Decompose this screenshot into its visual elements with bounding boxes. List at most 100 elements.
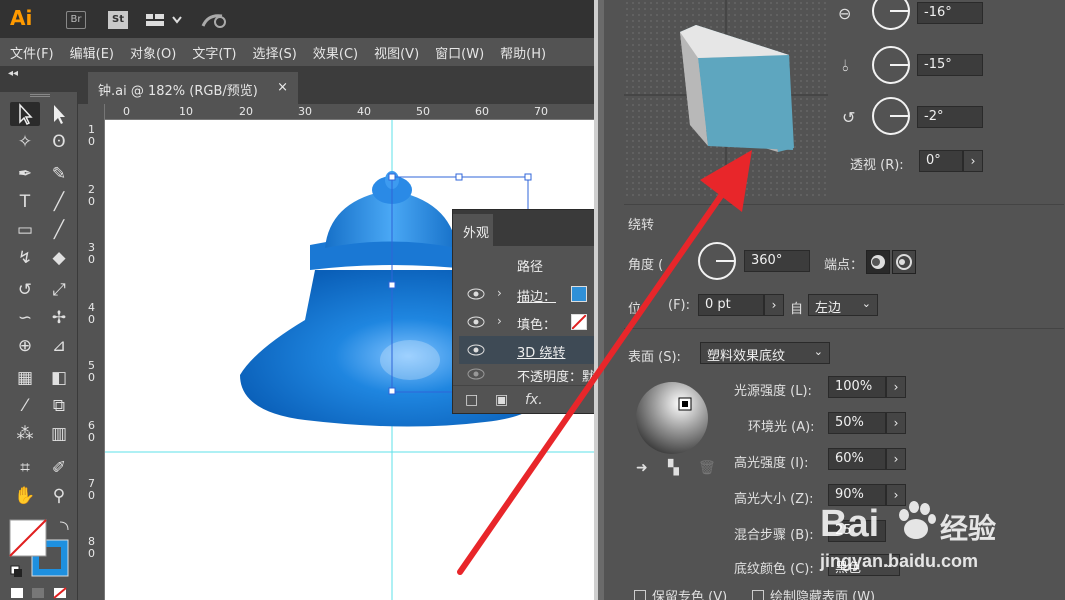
fill-stroke-swatches[interactable] [8,518,74,600]
cap-on-button[interactable] [866,250,890,274]
ambient-field[interactable]: 50% [828,412,886,434]
vertical-ruler[interactable]: 1 0 2 0 3 0 4 0 5 0 6 0 7 0 8 0 [85,104,105,600]
rectangle-tool-icon[interactable]: ▭ [10,218,40,242]
delete-light-icon[interactable]: 🗑 [698,460,716,476]
hand-tool-icon[interactable]: ✋ [10,484,40,508]
cap-off-button[interactable] [892,250,916,274]
lasso-tool-icon[interactable]: ʘ [44,130,74,154]
toolbar-grip[interactable] [30,94,50,97]
appearance-row-3d-revolve[interactable]: 3D 绕转 [459,336,599,364]
menu-edit[interactable]: 编辑(E) [70,43,114,62]
rotate-z-field[interactable]: -2° [917,106,983,128]
highlight-intensity-field[interactable]: 60% [828,448,886,470]
visibility-eye-icon[interactable] [467,344,485,356]
close-tab-icon[interactable]: × [277,80,288,95]
rotate-y-field[interactable]: -15° [917,54,983,76]
slice-tool-icon[interactable]: ✐ [44,456,74,480]
column-graph-tool-icon[interactable]: ▥ [44,422,74,446]
zoom-tool-icon[interactable]: ⚲ [44,484,74,508]
menu-effect[interactable]: 效果(C) [313,43,358,62]
perspective-slider-button[interactable]: › [963,150,983,172]
fill-label[interactable]: 填色： [517,314,556,333]
stroke-swatch[interactable] [571,286,587,302]
paintbrush-tool-icon[interactable]: ╱ [44,218,74,242]
line-tool-icon[interactable]: ╱ [44,190,74,214]
mesh-tool-icon[interactable]: ▦ [10,366,40,390]
eyedropper-tool-icon[interactable]: ⁄ [10,394,40,418]
expand-chevron-icon[interactable]: › [497,314,502,328]
symbol-sprayer-tool-icon[interactable]: ⁂ [10,422,40,446]
menu-type[interactable]: 文字(T) [192,43,236,62]
menu-view[interactable]: 视图(V) [374,43,419,62]
menu-help[interactable]: 帮助(H) [500,43,546,62]
rotation-cube[interactable] [624,0,828,200]
sync-icon[interactable] [200,10,228,30]
gradient-tool-icon[interactable]: ◧ [44,366,74,390]
workspace-switcher-icon[interactable] [145,12,185,28]
scale-tool-icon[interactable]: ⤢ [44,278,74,302]
3d-revolve-label[interactable]: 3D 绕转 [517,342,565,361]
perspective-grid-tool-icon[interactable]: ⊿ [44,334,74,358]
light-intensity-slider-button[interactable]: › [886,376,906,398]
type-tool-icon[interactable]: T [10,190,40,214]
visibility-eye-icon[interactable] [467,288,485,300]
blend-tool-icon[interactable]: ⧉ [44,394,74,418]
appearance-row-stroke[interactable]: › 描边： [459,280,599,308]
3d-preview-area[interactable] [624,0,828,200]
menu-object[interactable]: 对象(O) [130,43,176,62]
stroke-label[interactable]: 描边： [517,286,556,305]
eraser-tool-icon[interactable]: ◆ [44,246,74,270]
offset-slider-button[interactable]: › [764,294,784,316]
appearance-row-opacity[interactable]: 不透明度：默 [459,364,599,384]
menu-select[interactable]: 选择(S) [252,43,296,62]
add-stroke-icon[interactable]: □ [465,392,478,408]
opacity-label[interactable]: 不透明度：默 [517,366,595,384]
offset-label-shortcut: (F): [668,298,691,313]
rotate-tool-icon[interactable]: ↺ [10,278,40,302]
document-tab[interactable]: 钟.ai @ 182% (RGB/预览) × [88,72,298,104]
add-fill-icon[interactable]: ▣ [495,392,508,408]
selection-tool-icon[interactable] [10,102,40,126]
rotate-z-dial[interactable] [872,97,910,135]
expand-chevron-icon[interactable]: › [497,286,502,300]
surface-select[interactable]: 塑料效果底纹 ⌄ [700,342,830,364]
appearance-row-fill[interactable]: › 填色： [459,308,599,336]
fill-none-swatch[interactable] [571,314,587,330]
visibility-eye-icon[interactable] [467,316,485,328]
appearance-object-type: 路径 [517,260,544,275]
artboard-tool-icon[interactable]: ⌗ [10,456,40,480]
bridge-button[interactable]: Br [66,11,86,29]
draw-hidden-faces-checkbox[interactable] [752,590,764,600]
from-edge-select[interactable]: 左边 ⌄ [808,294,878,316]
revolve-angle-field[interactable]: 360° [744,250,810,272]
highlight-intensity-slider-button[interactable]: › [886,448,906,470]
visibility-eye-icon[interactable] [467,368,485,380]
perspective-field[interactable]: 0° [919,150,963,172]
document-tab-bar: ◂◂ 钟.ai @ 182% (RGB/预览) × [0,66,598,104]
horizontal-ruler[interactable]: 0 10 20 30 40 50 60 70 [105,104,598,120]
rotate-x-field[interactable]: -16° [917,2,983,24]
light-intensity-field[interactable]: 100% [828,376,886,398]
direct-selection-tool-icon[interactable] [44,102,74,126]
puppet-warp-tool-icon[interactable]: ✢ [44,306,74,330]
preserve-spot-checkbox[interactable] [634,590,646,600]
move-light-back-icon[interactable]: ➜ [636,460,648,476]
menu-window[interactable]: 窗口(W) [435,43,484,62]
offset-field[interactable]: 0 pt [698,294,764,316]
stock-button[interactable]: St [108,11,128,29]
menu-file[interactable]: 文件(F) [10,43,54,62]
pen-tool-icon[interactable]: ✒ [10,162,40,186]
shaper-tool-icon[interactable]: ↯ [10,246,40,270]
add-effect-icon[interactable]: fx. [525,392,543,408]
new-light-icon[interactable]: ▚ [668,460,679,476]
tab-appearance[interactable]: 外观 [453,214,493,246]
ambient-slider-button[interactable]: › [886,412,906,434]
rotate-y-dial[interactable] [872,46,910,84]
panel-collapse-icon[interactable]: ◂◂ [8,68,18,79]
curvature-tool-icon[interactable]: ✎ [44,162,74,186]
rotate-x-dial[interactable] [872,0,910,30]
shape-builder-tool-icon[interactable]: ⊕ [10,334,40,358]
warp-tool-icon[interactable]: ∽ [10,306,40,330]
magic-wand-tool-icon[interactable]: ✧ [10,130,40,154]
revolve-angle-dial[interactable] [698,242,736,280]
